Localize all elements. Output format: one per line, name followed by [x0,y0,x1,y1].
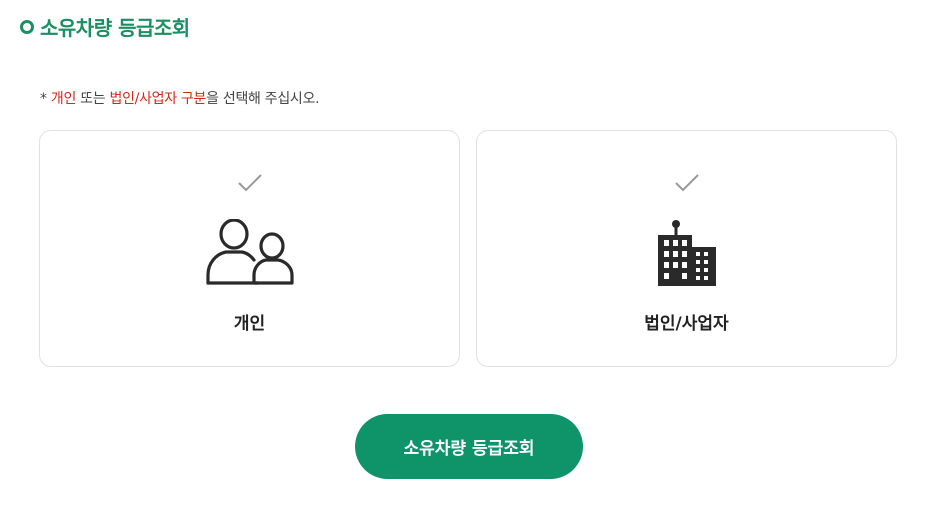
check-icon [237,173,263,197]
notice-term-individual: 개인 [50,91,77,107]
option-label: 법인/사업자 [644,314,729,334]
building-icon [656,219,718,291]
notice-connector: 또는 [76,91,110,107]
selection-notice: * 개인 또는 법인/사업자 구분을 선택해 주십시오. [40,88,320,108]
submit-button[interactable]: 소유차량 등급조회 [355,414,583,479]
notice-term-business: 법인/사업자 구분 [109,91,207,107]
page-header: 소유차량 등급조회 [20,12,190,41]
circle-bullet-icon [20,19,34,34]
option-card-individual[interactable]: 개인 [39,130,460,367]
check-icon [674,173,700,197]
people-icon [205,218,294,291]
notice-prefix: * [40,91,51,107]
page: 소유차량 등급조회 * 개인 또는 법인/사업자 구분을 선택해 주십시오. 개… [0,0,928,507]
option-label: 개인 [233,314,266,334]
page-title: 소유차량 등급조회 [40,16,190,40]
option-card-business[interactable]: 법인/사업자 [476,130,897,367]
notice-suffix: 을 선택해 주십시오. [206,91,320,107]
